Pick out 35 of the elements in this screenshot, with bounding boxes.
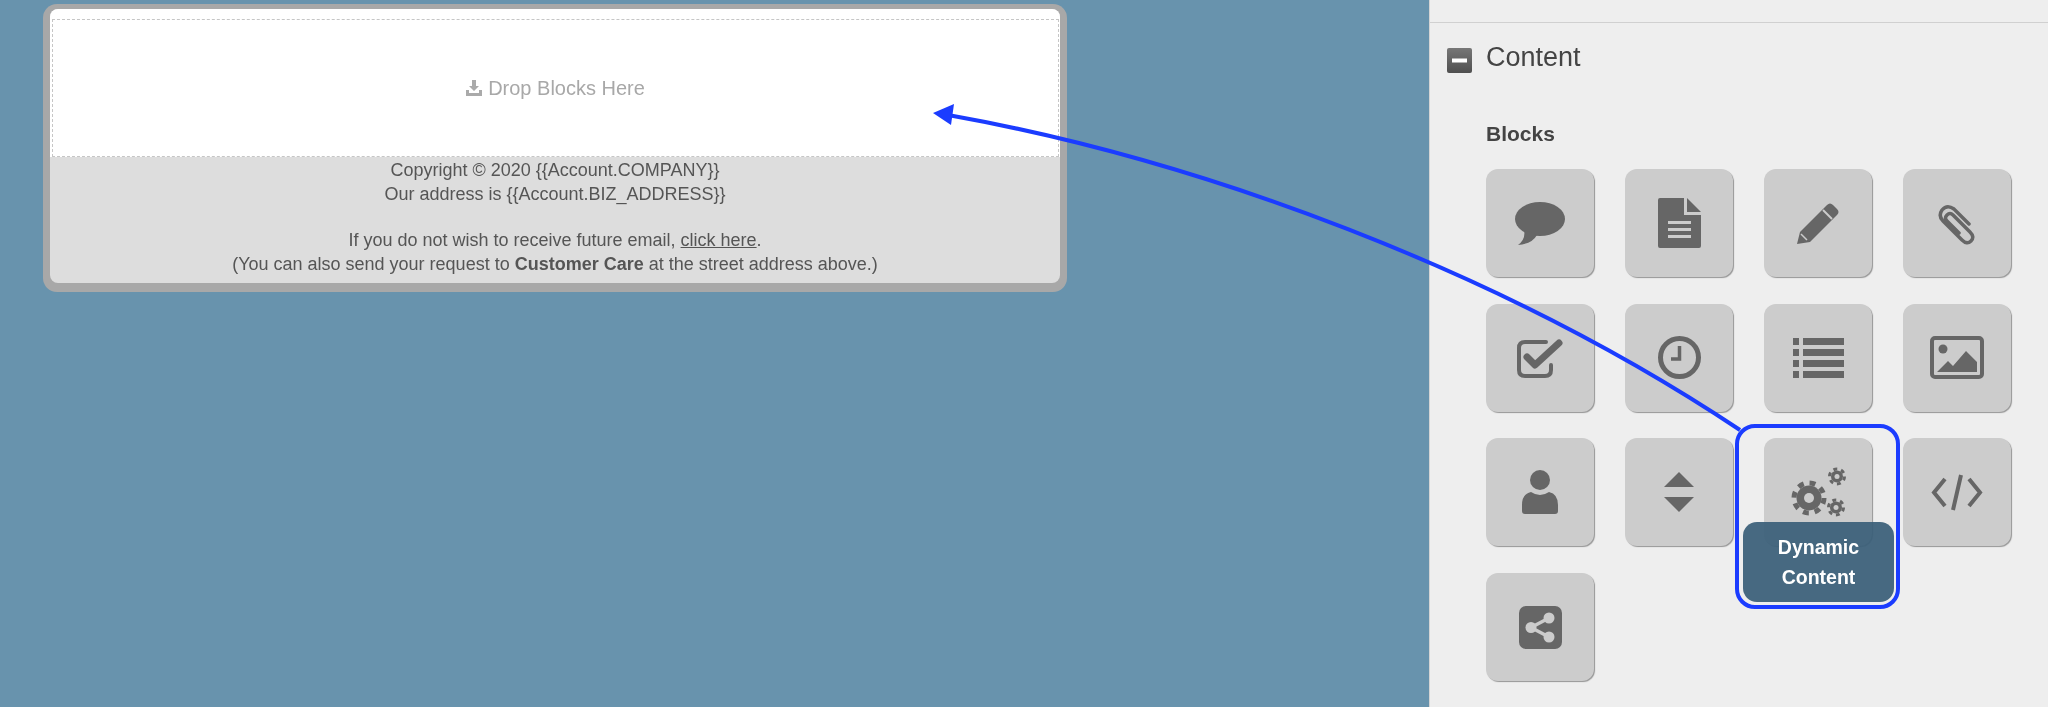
block-button[interactable]	[1486, 169, 1594, 277]
speech-bubble-icon	[1515, 201, 1565, 245]
image-icon	[1930, 336, 1984, 380]
user-icon	[1522, 470, 1558, 515]
drop-zone-label: Drop Blocks Here	[488, 76, 645, 100]
block-button[interactable]	[1486, 573, 1594, 682]
list-icon	[1792, 337, 1844, 378]
block-button[interactable]	[1903, 169, 2011, 277]
share-icon	[1518, 605, 1562, 649]
block-button[interactable]	[1625, 303, 1733, 412]
copyright-text: Copyright © 2020 {{Account.COMPANY}}	[389, 159, 721, 182]
block-button[interactable]	[1903, 303, 2011, 412]
document-icon	[1657, 198, 1701, 248]
gears-icon	[1790, 467, 1846, 518]
blocks-heading: Blocks	[1486, 122, 1555, 146]
unsubscribe-link[interactable]: click here	[680, 230, 757, 250]
block-button[interactable]	[1486, 303, 1594, 412]
pencil-icon	[1796, 202, 1840, 244]
tooltip: Dynamic Content	[1743, 522, 1894, 603]
block-button[interactable]	[1903, 438, 2011, 547]
customer-care-note: (You can also send your request to Customer Care at the street address above.)	[231, 253, 879, 276]
clock-icon	[1657, 336, 1701, 380]
block-button[interactable]	[1764, 169, 1872, 277]
code-icon	[1931, 472, 1983, 512]
minus-icon[interactable]	[1447, 48, 1472, 73]
block-button[interactable]	[1764, 303, 1872, 412]
block-button[interactable]	[1625, 438, 1733, 547]
download-icon	[466, 80, 483, 96]
section-title: Content	[1486, 42, 1581, 73]
address-text: Our address is {{Account.BIZ_ADDRESS}}	[383, 183, 727, 206]
block-button[interactable]	[1486, 438, 1594, 547]
block-button[interactable]	[1625, 169, 1733, 277]
unsubscribe-text: If you do not wish to receive future email, click here.	[347, 229, 763, 252]
up-down-arrows-icon	[1664, 472, 1694, 513]
checkbox-icon	[1516, 337, 1564, 378]
